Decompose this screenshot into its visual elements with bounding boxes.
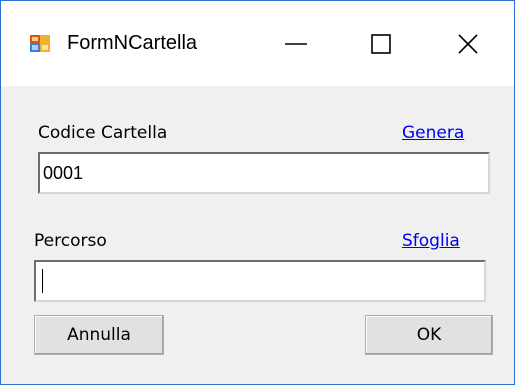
codice-cartella-label: Codice Cartella — [38, 123, 168, 143]
percorso-input[interactable] — [34, 260, 486, 302]
close-button[interactable] — [443, 19, 493, 69]
close-icon — [458, 34, 478, 54]
genera-link[interactable]: Genera — [402, 122, 464, 144]
windows-form-icon — [29, 32, 51, 54]
annulla-button[interactable]: Annulla — [34, 315, 164, 355]
maximize-button[interactable] — [356, 19, 406, 69]
text-caret — [42, 269, 43, 293]
title-bar[interactable]: FormNCartella — [1, 1, 514, 86]
maximize-icon — [371, 34, 391, 54]
minimize-button[interactable] — [271, 19, 321, 69]
minimize-icon — [285, 43, 307, 45]
window-title: FormNCartella — [67, 32, 198, 54]
sfoglia-link[interactable]: Sfoglia — [402, 230, 460, 252]
percorso-label: Percorso — [34, 231, 107, 251]
form-window: FormNCartella Codice Cartella Genera Per… — [0, 0, 515, 385]
ok-button[interactable]: OK — [365, 315, 493, 355]
codice-cartella-input[interactable] — [38, 152, 490, 194]
